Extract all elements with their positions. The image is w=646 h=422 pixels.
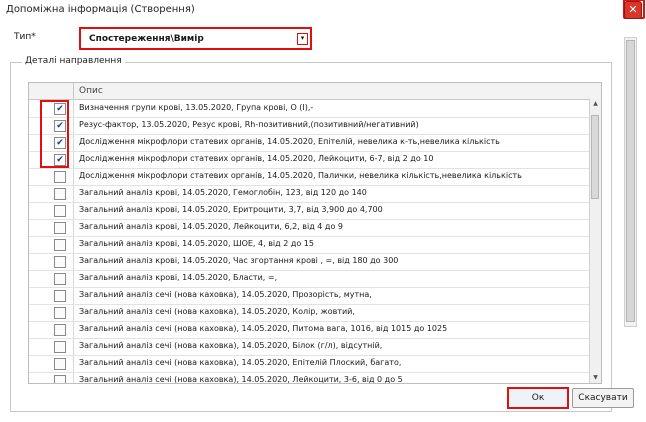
chevron-down-icon[interactable]: ▾ — [297, 33, 308, 45]
row-description: Загальний аналіз сечі (нова каховка), 14… — [79, 375, 403, 384]
row-checkbox[interactable] — [54, 375, 66, 383]
title-bar: Допоміжна інформація (Створення) ✕ — [0, 0, 646, 20]
row-description: Загальний аналіз сечі (нова каховка), 14… — [79, 290, 372, 299]
table-row[interactable]: ✔ Дослідження мікрофлори статевих органів… — [29, 151, 589, 169]
table-row[interactable]: Загальний аналіз крові, 14.05.2020, Блас… — [29, 270, 589, 288]
row-description: Загальний аналіз сечі (нова каховка), 14… — [79, 324, 448, 333]
table-row[interactable]: Загальний аналіз крові, 14.05.2020, Ерит… — [29, 202, 589, 220]
row-checkbox[interactable] — [54, 171, 66, 183]
row-checkbox[interactable] — [54, 307, 66, 319]
row-description: Резус-фактор, 13.05.2020, Резус крові, R… — [79, 120, 419, 129]
referral-details-label: Деталі направлення — [22, 56, 125, 66]
table-row[interactable]: Загальний аналіз сечі (нова каховка), 14… — [29, 355, 589, 373]
details-table: Опис ✔ Визначення групи крові, 13.05.2020… — [28, 82, 602, 384]
close-icon: ✕ — [628, 3, 638, 16]
table-row[interactable]: Загальний аналіз крові, 14.05.2020, ШОЕ,… — [29, 236, 589, 254]
row-description: Загальний аналіз крові, 14.05.2020, Блас… — [79, 273, 278, 282]
row-checkbox[interactable] — [54, 341, 66, 353]
scroll-up-icon[interactable]: ▲ — [590, 99, 601, 109]
table-header: Опис — [29, 83, 601, 100]
table-row[interactable]: Загальний аналіз крові, 14.05.2020, Лейк… — [29, 219, 589, 237]
row-checkbox[interactable] — [54, 205, 66, 217]
window-title: Допоміжна інформація (Створення) — [6, 4, 195, 15]
check-column-header[interactable] — [29, 83, 74, 99]
row-description: Загальний аналіз крові, 14.05.2020, ШОЕ,… — [79, 239, 314, 248]
table-row[interactable]: Загальний аналіз крові, 14.05.2020, Гемо… — [29, 185, 589, 203]
form-scrollbar[interactable] — [624, 37, 637, 327]
row-checkbox[interactable] — [54, 239, 66, 251]
close-button[interactable]: ✕ — [624, 1, 642, 19]
table-row[interactable]: Загальний аналіз сечі (нова каховка), 14… — [29, 287, 589, 305]
ok-button-label: Ок — [531, 393, 545, 403]
ok-button[interactable]: Ок — [507, 387, 569, 409]
table-scrollbar-thumb[interactable] — [591, 115, 599, 199]
description-column-header[interactable]: Опис — [79, 86, 103, 96]
row-description: Дослідження мікрофлори статевих органів,… — [79, 137, 500, 146]
row-description: Загальний аналіз сечі (нова каховка), 14… — [79, 358, 402, 367]
row-description: Загальний аналіз крові, 14.05.2020, Ерит… — [79, 205, 383, 214]
row-checkbox[interactable] — [54, 273, 66, 285]
table-row[interactable]: Загальний аналіз сечі (нова каховка), 14… — [29, 372, 589, 384]
table-row[interactable]: ✔ Визначення групи крові, 13.05.2020, Гру… — [29, 100, 589, 118]
type-select-value: Спостереження\Вимір — [89, 34, 204, 44]
table-row[interactable]: Загальний аналіз крові, 14.05.2020, Час … — [29, 253, 589, 271]
row-description: Загальний аналіз крові, 14.05.2020, Лейк… — [79, 222, 343, 231]
checked-rows-highlight — [40, 100, 69, 168]
row-description: Дослідження мікрофлори статевих органів,… — [79, 154, 434, 163]
row-checkbox[interactable] — [54, 358, 66, 370]
table-row[interactable]: ✔ Резус-фактор, 13.05.2020, Резус крові, … — [29, 117, 589, 135]
table-row[interactable]: Дослідження мікрофлори статевих органів,… — [29, 168, 589, 186]
row-description: Загальний аналіз крові, 14.05.2020, Час … — [79, 256, 399, 265]
row-description: Визначення групи крові, 13.05.2020, Груп… — [79, 103, 314, 112]
form-scrollbar-thumb[interactable] — [626, 40, 635, 322]
row-description: Загальний аналіз сечі (нова каховка), 14… — [79, 307, 355, 316]
cancel-button[interactable]: Скасувати — [572, 388, 634, 408]
table-row[interactable]: Загальний аналіз сечі (нова каховка), 14… — [29, 338, 589, 356]
row-checkbox[interactable] — [54, 324, 66, 336]
type-label: Тип* — [14, 32, 36, 42]
row-checkbox[interactable] — [54, 188, 66, 200]
row-checkbox[interactable] — [54, 256, 66, 268]
row-checkbox[interactable] — [54, 222, 66, 234]
scroll-down-icon[interactable]: ▼ — [590, 373, 601, 383]
type-select[interactable]: Спостереження\Вимір ▾ — [79, 27, 312, 50]
table-row[interactable]: Загальний аналіз сечі (нова каховка), 14… — [29, 304, 589, 322]
row-checkbox[interactable] — [54, 290, 66, 302]
cancel-button-label: Скасувати — [578, 393, 628, 403]
table-row[interactable]: Загальний аналіз сечі (нова каховка), 14… — [29, 321, 589, 339]
row-description: Дослідження мікрофлори статевих органів,… — [79, 171, 522, 180]
table-row[interactable]: ✔ Дослідження мікрофлори статевих органів… — [29, 134, 589, 152]
table-scrollbar[interactable]: ▲ ▼ — [589, 99, 601, 383]
row-description: Загальний аналіз крові, 14.05.2020, Гемо… — [79, 188, 367, 197]
row-description: Загальний аналіз сечі (нова каховка), 14… — [79, 341, 383, 350]
